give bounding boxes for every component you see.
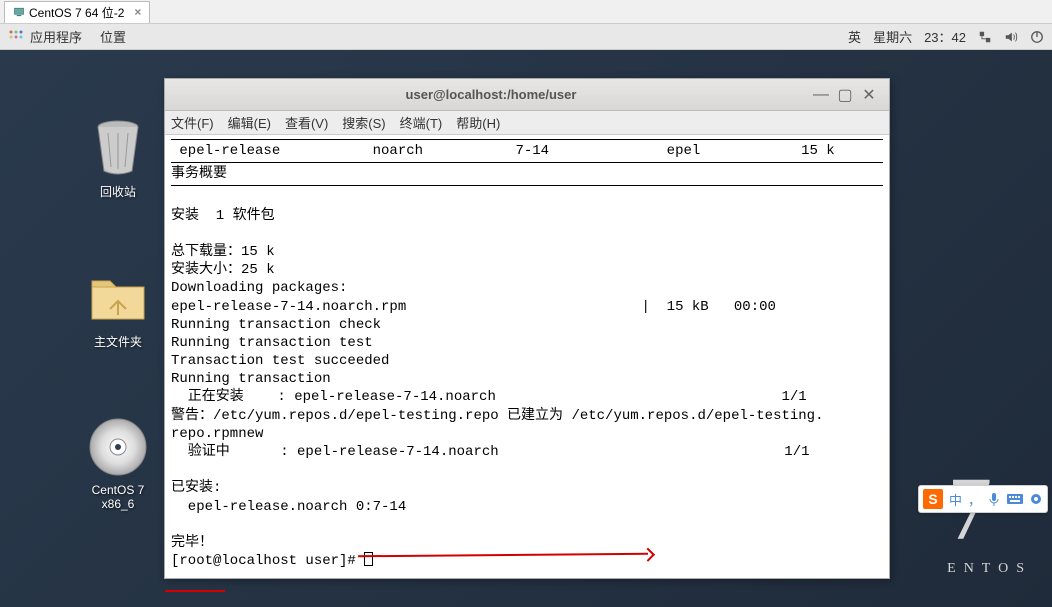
cd-icon[interactable]: CentOS 7 x86_6 xyxy=(78,415,158,511)
term-line: Downloading packages: xyxy=(171,280,347,296)
close-icon[interactable]: × xyxy=(134,5,141,19)
term-line: Running transaction test xyxy=(171,335,373,351)
terminal-window: user@localhost:/home/user — ▢ ✕ 文件(F) 编辑… xyxy=(164,78,890,579)
trash-label: 回收站 xyxy=(78,183,158,200)
prompt-line: [root@localhost user]# xyxy=(171,553,364,569)
term-line: 验证中 : epel-release-7-14.noarch 1/1 xyxy=(171,444,810,460)
host-tab[interactable]: CentOS 7 64 位-2 × xyxy=(4,1,150,23)
terminal-menubar: 文件(F) 编辑(E) 查看(V) 搜索(S) 终端(T) 帮助(H) xyxy=(165,111,889,135)
window-title: user@localhost:/home/user xyxy=(173,87,809,102)
input-lang-indicator[interactable]: 英 xyxy=(848,27,861,46)
desktop: 回收站 主文件夹 CentOS 7 x86_6 7 ENTOS xyxy=(0,50,1052,607)
host-tab-label: CentOS 7 64 位-2 xyxy=(29,4,124,21)
centos-text: ENTOS xyxy=(947,561,1032,577)
minimize-button[interactable]: — xyxy=(809,83,833,107)
ime-toolbar[interactable]: S 中 ， xyxy=(918,485,1048,513)
ime-lang[interactable]: 中 xyxy=(949,490,962,509)
ime-logo-icon: S xyxy=(923,489,943,509)
trash-icon[interactable]: 回收站 xyxy=(78,115,158,200)
settings-icon[interactable] xyxy=(1029,492,1043,506)
term-line: 完毕！ xyxy=(171,535,213,551)
network-icon[interactable] xyxy=(978,30,992,44)
menu-edit[interactable]: 编辑(E) xyxy=(228,113,271,132)
day-label: 星期六 xyxy=(873,27,912,46)
ime-punct-icon[interactable]: ， xyxy=(968,490,981,509)
centos-branding: 7 ENTOS xyxy=(947,458,1032,577)
term-line: epel-release noarch 7-14 epel 15 k xyxy=(171,143,835,159)
cd-label: CentOS 7 x86_6 xyxy=(78,483,158,511)
menu-file[interactable]: 文件(F) xyxy=(171,113,214,132)
term-line: Transaction test succeeded xyxy=(171,353,389,369)
folder-icon xyxy=(86,265,150,329)
term-line: Running transaction check xyxy=(171,317,381,333)
close-button[interactable]: ✕ xyxy=(857,83,881,107)
volume-icon[interactable] xyxy=(1004,30,1018,44)
term-line: epel-release-7-14.noarch.rpm | 15 kB 00:… xyxy=(171,299,776,315)
disc-icon xyxy=(86,415,150,479)
gnome-topbar: 应用程序 位置 英 星期六 23：42 xyxy=(0,24,1052,50)
cursor xyxy=(364,552,373,566)
maximize-button[interactable]: ▢ xyxy=(833,83,857,107)
trash-bin-icon xyxy=(86,115,150,179)
home-label: 主文件夹 xyxy=(78,333,158,350)
applications-menu[interactable]: 应用程序 xyxy=(30,27,82,46)
vm-icon xyxy=(13,6,25,18)
microphone-icon[interactable] xyxy=(987,492,1001,506)
term-line: 安装大小：25 k xyxy=(171,262,275,278)
home-folder-icon[interactable]: 主文件夹 xyxy=(78,265,158,350)
terminal-content[interactable]: epel-release noarch 7-14 epel 15 k 事务概要 … xyxy=(165,135,889,578)
term-line: 正在安装 : epel-release-7-14.noarch 1/1 xyxy=(171,389,807,405)
keyboard-icon[interactable] xyxy=(1007,492,1023,506)
apps-icon xyxy=(8,29,24,45)
menu-search[interactable]: 搜索(S) xyxy=(342,113,385,132)
menu-terminal[interactable]: 终端(T) xyxy=(400,113,443,132)
term-line: 安装 1 软件包 xyxy=(171,208,275,224)
host-tabbar: CentOS 7 64 位-2 × xyxy=(0,0,1052,24)
term-line: Running transaction xyxy=(171,371,331,387)
term-line: 总下载量：15 k xyxy=(171,244,275,260)
term-line: 事务概要 xyxy=(171,166,227,182)
term-line: 警告：/etc/yum.repos.d/epel-testing.repo 已建… xyxy=(171,408,824,424)
time-label: 23：42 xyxy=(924,27,966,46)
power-icon[interactable] xyxy=(1030,30,1044,44)
term-line: 已安装: xyxy=(171,480,221,496)
term-line: epel-release.noarch 0:7-14 xyxy=(171,499,406,515)
menu-view[interactable]: 查看(V) xyxy=(285,113,328,132)
term-line: repo.rpmnew xyxy=(171,426,263,442)
places-menu[interactable]: 位置 xyxy=(100,27,126,46)
terminal-titlebar[interactable]: user@localhost:/home/user — ▢ ✕ xyxy=(165,79,889,111)
menu-help[interactable]: 帮助(H) xyxy=(456,113,500,132)
annotation-underline-2 xyxy=(165,590,225,592)
